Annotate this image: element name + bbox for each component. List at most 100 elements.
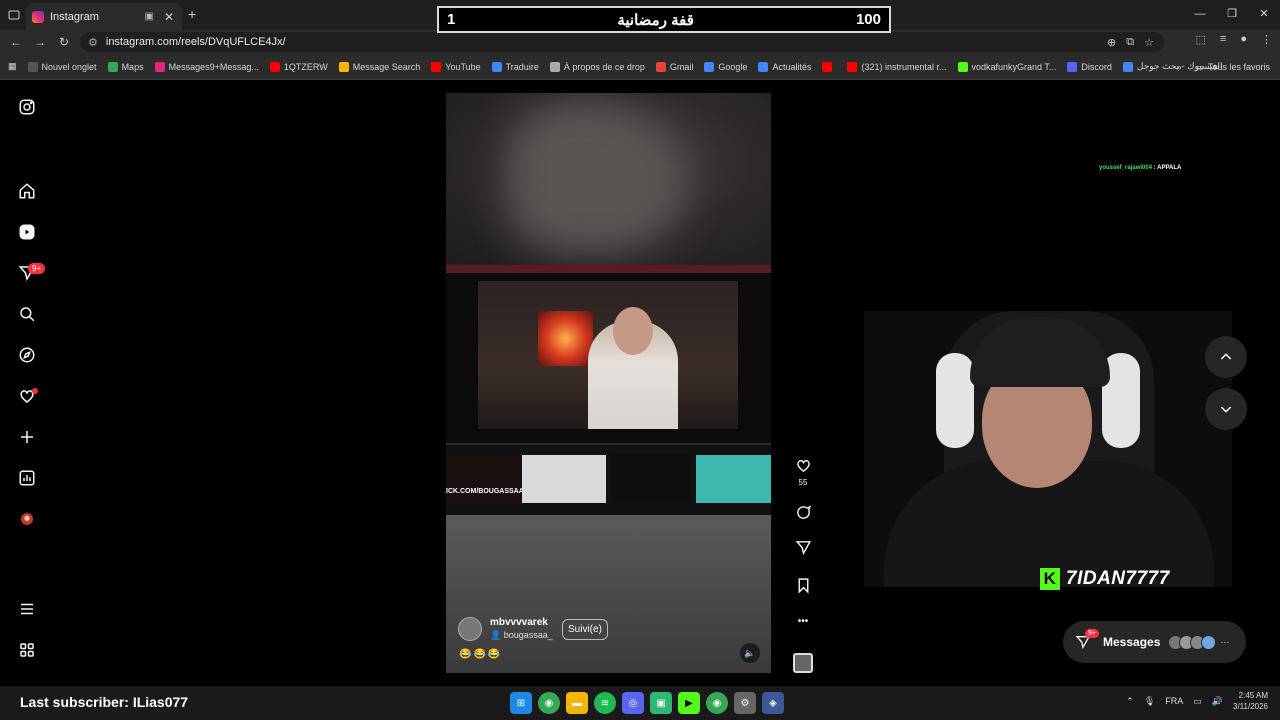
folder-icon: ▭	[1195, 61, 1204, 72]
apps-grid-icon[interactable]: ▦	[8, 61, 17, 72]
windows-start-icon[interactable]: ⊞	[510, 692, 532, 714]
tab-search-icon[interactable]	[0, 1, 28, 29]
chat-user: youssef_rajawi004	[1099, 165, 1153, 171]
reel-thumbnails: ICK.COM/BOUGASSAA	[446, 445, 771, 515]
bookmark-item[interactable]	[822, 61, 836, 72]
reel-video[interactable]: ICK.COM/BOUGASSAA mbvvvvarek 👤 bougassaa…	[446, 93, 771, 673]
following-button[interactable]: Suivi(e)	[562, 619, 608, 640]
mute-button[interactable]: 🔈	[740, 643, 760, 663]
bookmark-item[interactable]: Actualités	[758, 61, 811, 72]
bookmark-favicon-icon	[655, 61, 666, 72]
bookmark-item[interactable]: Message Search	[338, 61, 420, 72]
bookmark-star-icon[interactable]: ☆	[1144, 36, 1154, 49]
bookmark-item[interactable]: Nouvel onglet	[27, 61, 97, 72]
bookmark-item[interactable]: YouTube	[431, 61, 481, 72]
reel-author[interactable]: mbvvvvarek 👤 bougassaa_	[458, 617, 553, 641]
tray-chevron-up-icon[interactable]: ⌃	[1126, 696, 1134, 707]
thumb-kick-logo: ICK.COM/BOUGASSAA	[446, 455, 524, 503]
more-menu-icon[interactable]	[17, 599, 37, 619]
microphone-icon[interactable]: 🎙	[1144, 696, 1155, 707]
thumb-cartoon	[696, 455, 771, 503]
system-tray: ⌃ 🎙 FRA ▭ 🔊 2:45 AM 3/11/2026	[1126, 690, 1268, 712]
previous-reel-button[interactable]	[1205, 336, 1247, 378]
chevron-right-icon[interactable]: »	[1176, 62, 1181, 72]
home-icon[interactable]	[17, 181, 37, 201]
bookmark-item[interactable]: Gmail	[655, 61, 694, 72]
minimize-button[interactable]: —	[1184, 0, 1216, 28]
bookmark-favicon-icon	[549, 61, 560, 72]
obs-icon[interactable]: ◈	[762, 692, 784, 714]
author-avatar[interactable]	[458, 617, 482, 641]
bookmark-item[interactable]: Google	[704, 61, 747, 72]
reload-button[interactable]: ↻	[52, 35, 76, 49]
bookmark-label: Google	[718, 61, 748, 72]
bookmark-item[interactable]: vodkafunkyGrand T...	[957, 61, 1056, 72]
language-indicator[interactable]: FRA	[1165, 696, 1183, 706]
new-tab-button[interactable]: +	[188, 6, 196, 22]
discord-icon[interactable]: ◎	[622, 692, 644, 714]
reel-stream-capture	[446, 273, 771, 443]
profile-avatar-icon[interactable]	[17, 509, 37, 529]
volume-icon[interactable]: 🔊	[1212, 696, 1223, 707]
bookmark-label: Gmail	[669, 61, 694, 72]
media-control-icon[interactable]: ≡	[1220, 33, 1226, 46]
messages-button[interactable]: 9+ Messages ···	[1063, 621, 1246, 663]
author-username[interactable]: mbvvvvarek	[490, 617, 553, 628]
bookmark-label: Actualités	[772, 61, 812, 72]
tab-instagram[interactable]: Instagram ▣ ✕	[26, 3, 182, 30]
bookmark-item[interactable]: Maps	[107, 61, 144, 72]
create-icon[interactable]	[17, 427, 37, 447]
spotify-icon[interactable]: ≋	[594, 692, 616, 714]
search-icon[interactable]	[17, 304, 37, 324]
site-info-icon[interactable]: ⚙	[88, 36, 98, 49]
bookmark-item[interactable]: Traduire	[491, 61, 539, 72]
kick-app-icon[interactable]: ▶	[678, 692, 700, 714]
save-icon[interactable]	[793, 575, 813, 595]
url-field[interactable]: ⚙ instagram.com/reels/DVqUFLCE4Jx/ ⊕ ⧉ ☆	[80, 32, 1164, 52]
install-icon[interactable]: ⧉	[1126, 36, 1134, 49]
like-icon[interactable]	[793, 455, 813, 475]
profile-icon[interactable]: ●	[1240, 33, 1247, 46]
share-icon[interactable]	[793, 537, 813, 557]
restore-button[interactable]: ❐	[1216, 0, 1248, 28]
bookmark-item[interactable]: 1QTZERW	[269, 61, 328, 72]
also-from-meta-icon[interactable]	[17, 640, 37, 660]
stream-chat-line: youssef_rajawi004 : APPALA	[1099, 165, 1181, 171]
close-window-button[interactable]: ✕	[1248, 0, 1280, 28]
clock-time: 2:45 AM	[1238, 691, 1268, 700]
file-explorer-icon[interactable]: ▬	[566, 692, 588, 714]
chrome-icon[interactable]: ◉	[538, 692, 560, 714]
collab-username[interactable]: bougassaa_	[504, 630, 553, 640]
bookmark-item[interactable]: Discord	[1067, 61, 1112, 72]
forward-button[interactable]: →	[28, 35, 52, 49]
app-icon[interactable]: ▣	[650, 692, 672, 714]
bookmark-item[interactable]: Messages9+Messag...	[154, 61, 259, 72]
dashboard-icon[interactable]	[17, 468, 37, 488]
bookmark-favicon-icon	[491, 61, 502, 72]
bookmark-item[interactable]: À propos de ce drop	[549, 61, 645, 72]
comment-icon[interactable]	[793, 502, 813, 522]
extensions-icon[interactable]: ⬚	[1196, 33, 1206, 46]
instagram-favicon-icon	[32, 10, 44, 23]
taskbar-apps: ⊞ ◉ ▬ ≋ ◎ ▣ ▶ ◉ ⚙ ◈	[510, 692, 784, 714]
menu-icon[interactable]: ⋮	[1261, 33, 1272, 46]
reels-icon[interactable]	[17, 222, 37, 242]
network-icon[interactable]: ▭	[1193, 696, 1202, 707]
explore-icon[interactable]	[17, 345, 37, 365]
tab-close-icon[interactable]: ✕	[162, 10, 176, 24]
all-bookmarks-label: Tous les favoris	[1207, 62, 1270, 72]
chrome-active-icon[interactable]: ◉	[706, 692, 728, 714]
zoom-icon[interactable]: ⊕	[1107, 36, 1116, 49]
chat-message: APPALA	[1157, 165, 1182, 171]
back-button[interactable]: ←	[4, 35, 28, 49]
instagram-logo-icon[interactable]	[17, 97, 37, 117]
settings-icon[interactable]: ⚙	[734, 692, 756, 714]
audio-thumbnail[interactable]	[793, 653, 813, 673]
more-options-icon[interactable]: •••	[790, 616, 816, 627]
all-bookmarks-button[interactable]: » ▭ Tous les favoris	[1176, 54, 1270, 79]
next-reel-button[interactable]	[1205, 388, 1247, 430]
bookmark-label: (321) instrumental r...	[861, 61, 947, 72]
bookmark-item[interactable]: (321) instrumental r...	[847, 61, 947, 72]
clock[interactable]: 2:45 AM 3/11/2026	[1233, 690, 1268, 712]
tab-media-icon[interactable]: ▣	[145, 11, 154, 22]
